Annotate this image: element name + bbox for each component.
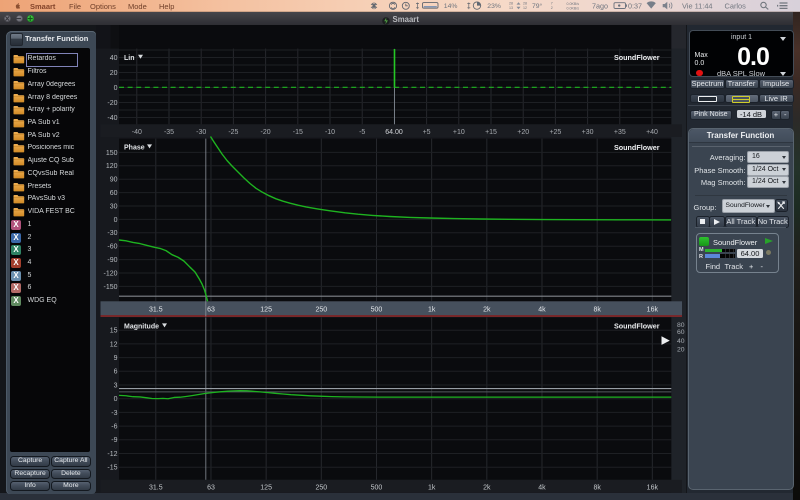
svg-text:0:37: 0:37	[628, 1, 642, 10]
svg-text:-20: -20	[107, 100, 117, 107]
svg-text:Phase: Phase	[124, 144, 145, 151]
svg-text:-5: -5	[359, 129, 365, 136]
svg-text:60: 60	[110, 190, 118, 197]
svg-text:12: 12	[523, 6, 527, 10]
svg-text:-90: -90	[107, 257, 117, 264]
svg-text:-15: -15	[107, 465, 117, 472]
svg-text:16k: 16k	[647, 484, 659, 491]
svg-text:-15: -15	[293, 129, 303, 136]
svg-text:-12: -12	[107, 451, 117, 458]
svg-text:+10: +10	[453, 129, 465, 136]
svg-text:500: 500	[371, 307, 383, 314]
svg-text:15: 15	[110, 328, 118, 335]
svg-text:-6: -6	[111, 424, 117, 431]
svg-text:+40: +40	[646, 129, 658, 136]
svg-text:0.0KB/s: 0.0KB/s	[567, 2, 580, 6]
svg-text:+15: +15	[485, 129, 497, 136]
svg-text:63: 63	[207, 307, 215, 314]
svg-text:63: 63	[207, 484, 215, 491]
svg-text:125: 125	[260, 484, 272, 491]
svg-text:Carlos: Carlos	[725, 1, 747, 10]
svg-text:-30: -30	[196, 129, 206, 136]
svg-text:-120: -120	[103, 270, 117, 277]
svg-text:6: 6	[114, 369, 118, 376]
svg-text:1k: 1k	[428, 484, 436, 491]
svg-text:0: 0	[114, 217, 118, 224]
svg-text:-60: -60	[107, 244, 117, 251]
svg-text:SoundFlower: SoundFlower	[614, 143, 660, 152]
svg-text:14%: 14%	[444, 3, 458, 10]
svg-text:28: 28	[509, 2, 513, 6]
svg-text:+35: +35	[614, 129, 626, 136]
svg-text:1k: 1k	[428, 307, 436, 314]
svg-text:SoundFlower: SoundFlower	[614, 321, 660, 330]
svg-text:150: 150	[106, 150, 118, 157]
svg-text:2: 2	[551, 6, 553, 10]
svg-text:125: 125	[260, 307, 272, 314]
svg-text:Magnitude: Magnitude	[124, 323, 159, 330]
svg-text:40: 40	[677, 338, 685, 345]
svg-text:7ago: 7ago	[592, 1, 608, 10]
svg-text:8k: 8k	[593, 484, 601, 491]
svg-text:250: 250	[315, 307, 327, 314]
svg-text:9: 9	[114, 355, 118, 362]
svg-text:Vie 11:44: Vie 11:44	[682, 1, 713, 10]
svg-text:0: 0	[114, 85, 118, 92]
svg-text:13: 13	[509, 6, 513, 10]
svg-text:-20: -20	[261, 129, 271, 136]
svg-text:0: 0	[114, 396, 118, 403]
svg-text:80: 80	[677, 322, 685, 329]
svg-text:+5: +5	[423, 129, 431, 136]
svg-text:-3: -3	[111, 410, 117, 417]
svg-text:-150: -150	[103, 284, 117, 291]
svg-text:20: 20	[110, 70, 118, 77]
svg-text:Lin: Lin	[124, 55, 135, 62]
svg-text:90: 90	[110, 177, 118, 184]
svg-text:+30: +30	[582, 129, 594, 136]
svg-text:12: 12	[110, 341, 118, 348]
svg-text:16k: 16k	[647, 307, 659, 314]
svg-text:-40: -40	[132, 129, 142, 136]
svg-text:250: 250	[315, 484, 327, 491]
svg-text:SoundFlower: SoundFlower	[614, 53, 660, 62]
svg-text:-35: -35	[164, 129, 174, 136]
svg-text:8k: 8k	[593, 307, 601, 314]
svg-text:60: 60	[677, 329, 685, 336]
svg-text:2k: 2k	[483, 307, 491, 314]
svg-text:31.5: 31.5	[149, 307, 163, 314]
svg-text:500: 500	[371, 484, 383, 491]
svg-text:64.00: 64.00	[385, 129, 403, 136]
svg-text:7: 7	[551, 2, 553, 6]
svg-text:28: 28	[523, 2, 527, 6]
svg-text:-30: -30	[107, 230, 117, 237]
svg-text:40: 40	[110, 55, 118, 62]
svg-text:-10: -10	[325, 129, 335, 136]
svg-text:4k: 4k	[538, 307, 546, 314]
svg-text:20: 20	[677, 346, 685, 353]
svg-text:23%: 23%	[487, 3, 501, 10]
svg-text:4k: 4k	[538, 484, 546, 491]
svg-text:79°: 79°	[532, 2, 543, 10]
svg-text:0.0KB/s: 0.0KB/s	[567, 7, 580, 11]
svg-text:+25: +25	[549, 129, 561, 136]
svg-text:-9: -9	[111, 437, 117, 444]
svg-text:120: 120	[106, 163, 118, 170]
svg-text:-40: -40	[107, 115, 117, 122]
svg-text:30: 30	[110, 203, 118, 210]
svg-text:31.5: 31.5	[149, 484, 163, 491]
svg-text:-25: -25	[228, 129, 238, 136]
svg-text:3: 3	[114, 382, 118, 389]
svg-text:2k: 2k	[483, 484, 491, 491]
svg-text:+20: +20	[517, 129, 529, 136]
